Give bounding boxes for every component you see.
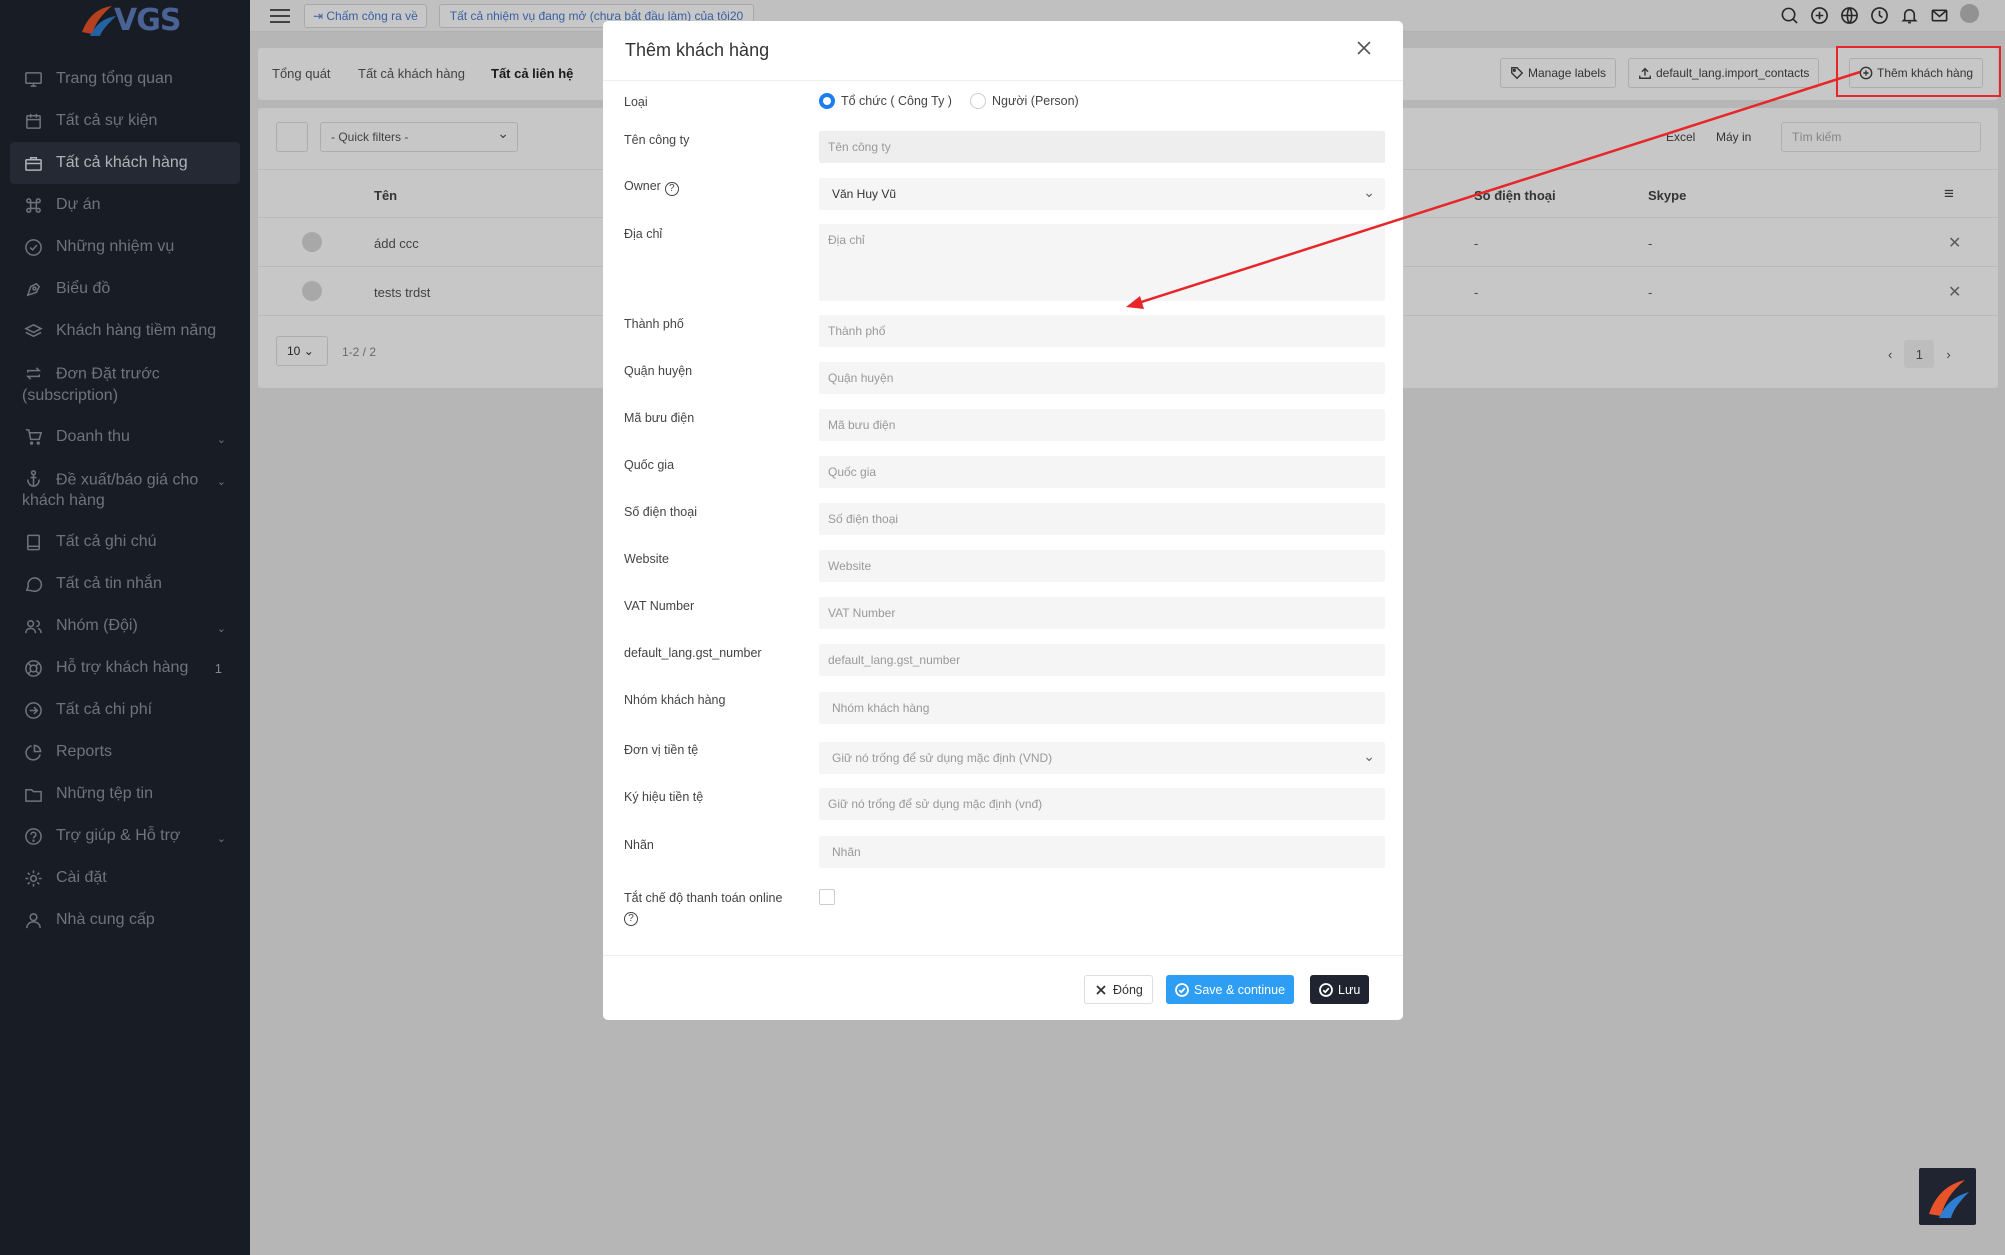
company-label: Tên công ty — [624, 133, 690, 147]
check-circle-icon — [1175, 982, 1189, 997]
save-continue-button[interactable]: Save & continue — [1166, 975, 1295, 1004]
currency-select[interactable]: Giữ nó trống để sử dụng mặc định (VND) — [819, 742, 1385, 774]
check-circle-icon — [1319, 982, 1333, 997]
zip-input[interactable]: Mã bưu điện — [819, 409, 1385, 441]
city-input[interactable]: Thành phố — [819, 315, 1385, 347]
type-org-label: Tổ chức ( Công Ty ) — [841, 94, 952, 108]
zip-label: Mã bưu điện — [624, 411, 695, 425]
website-input[interactable]: Website — [819, 550, 1385, 582]
country-input[interactable]: Quốc gia — [819, 456, 1385, 488]
district-input[interactable]: Quận huyện — [819, 362, 1385, 394]
gst-label: default_lang.gst_number — [624, 646, 762, 660]
district-label: Quận huyện — [624, 364, 693, 378]
modal-title: Thêm khách hàng — [625, 40, 770, 60]
disable-online-payment-label: Tắt chế độ thanh toán online? — [624, 889, 804, 926]
chat-widget-logo[interactable] — [1919, 1168, 1976, 1225]
currency-symbol-label: Ký hiệu tiền tệ — [624, 790, 704, 804]
disable-online-payment-checkbox[interactable] — [819, 889, 835, 905]
close-button[interactable]: Đóng — [1084, 975, 1153, 1004]
close-icon[interactable] — [1355, 39, 1373, 57]
type-label: Loại — [624, 95, 648, 109]
client-group-label: Nhóm khách hàng — [624, 693, 726, 707]
city-label: Thành phố — [624, 317, 684, 331]
address-textarea[interactable]: Địa chỉ — [819, 224, 1385, 301]
owner-label-text: Owner — [624, 179, 661, 193]
owner-label: Owner? — [624, 179, 679, 196]
gst-input[interactable]: default_lang.gst_number — [819, 644, 1385, 676]
company-input[interactable]: Tên công ty — [819, 131, 1385, 163]
phone-label: Số điện thoại — [624, 505, 697, 519]
vat-label: VAT Number — [624, 599, 695, 613]
modal-header: Thêm khách hàng — [603, 21, 1403, 81]
save-button[interactable]: Lưu — [1310, 975, 1370, 1004]
owner-select[interactable]: Văn Huy Vũ — [819, 178, 1385, 210]
country-label: Quốc gia — [624, 458, 675, 472]
type-org-radio[interactable]: Tổ chức ( Công Ty ) — [819, 93, 952, 109]
type-person-label: Người (Person) — [992, 94, 1079, 108]
client-group-select[interactable]: Nhóm khách hàng — [819, 692, 1385, 724]
currency-symbol-input[interactable]: Giữ nó trống để sử dụng mặc định (vnđ) — [819, 788, 1385, 820]
radio-unchecked — [970, 93, 986, 109]
help-icon[interactable]: ? — [624, 912, 638, 926]
help-icon[interactable]: ? — [664, 182, 679, 196]
save-continue-label: Save & continue — [1194, 982, 1286, 997]
phone-input[interactable]: Số điện thoại — [819, 503, 1385, 535]
currency-label: Đơn vị tiền tệ — [624, 743, 699, 757]
disable-online-payment-text: Tắt chế độ thanh toán online — [624, 891, 783, 905]
save-label: Lưu — [1338, 982, 1361, 997]
website-label: Website — [624, 552, 669, 566]
modal-footer: Đóng Save & continue Lưu — [603, 955, 1403, 1020]
close-icon — [1096, 984, 1106, 995]
labels-input[interactable]: Nhãn — [819, 836, 1385, 868]
labels-label: Nhãn — [624, 838, 654, 852]
type-person-radio[interactable]: Người (Person) — [970, 93, 1079, 109]
address-label: Địa chỉ — [624, 227, 663, 241]
add-client-modal: Thêm khách hàng Loại Tổ chức ( Công Ty )… — [603, 21, 1403, 1020]
radio-checked — [819, 93, 835, 109]
close-button-label: Đóng — [1113, 982, 1143, 997]
vat-input[interactable]: VAT Number — [819, 597, 1385, 629]
highlight-box — [1836, 46, 2001, 97]
